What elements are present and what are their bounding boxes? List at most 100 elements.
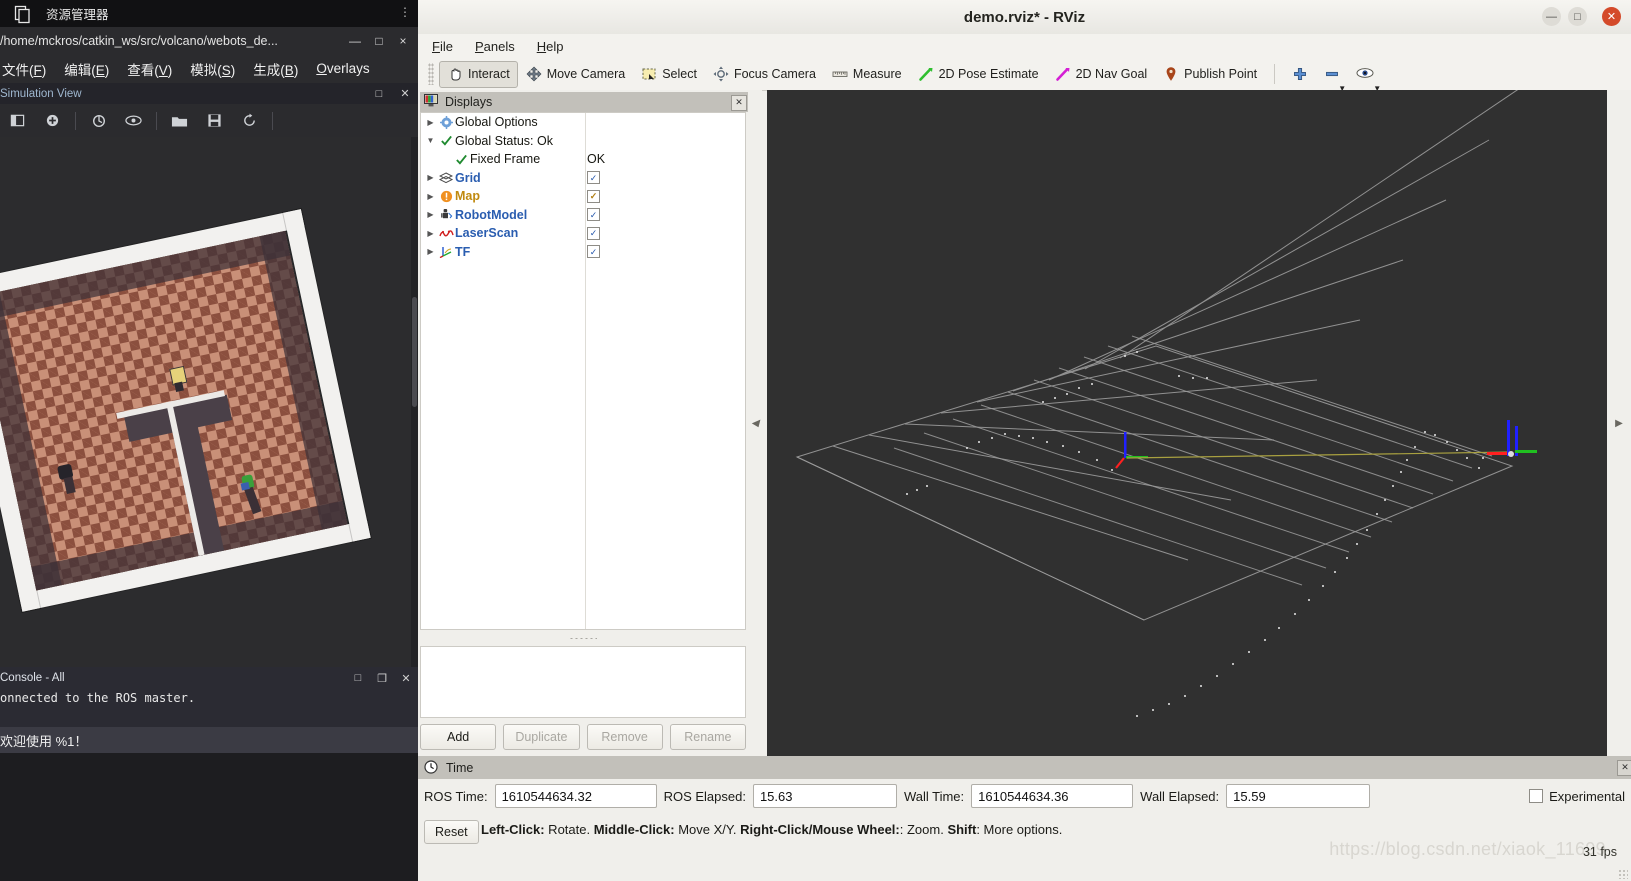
expand-arrow-icon[interactable]: ▶	[424, 210, 437, 219]
panel-collapse-right-handle[interactable]: ▶	[1607, 90, 1631, 756]
simulation-view-restore[interactable]: □	[366, 88, 392, 100]
menu-help[interactable]: Help	[537, 39, 564, 54]
displays-panel: Displays ✕ ▶ Global Options ▼ Global Sta…	[418, 90, 750, 756]
tool-select[interactable]: Select	[633, 61, 705, 88]
display-enabled-checkbox[interactable]: ✓	[587, 171, 600, 185]
displays-tree[interactable]: ▶ Global Options ▼ Global Status: Ok Fix…	[420, 112, 746, 630]
tool-add-view[interactable]	[1284, 61, 1316, 88]
console-float[interactable]: ❐	[370, 672, 394, 685]
simulation-view-header: Simulation View □ ✕	[0, 83, 418, 104]
tool-publish-point[interactable]: Publish Point	[1155, 61, 1265, 88]
wall-elapsed-field[interactable]: 15.59	[1226, 784, 1371, 808]
sidebar-toggle-icon[interactable]	[0, 104, 35, 137]
expand-arrow-icon[interactable]: ▶	[424, 229, 437, 238]
tool-visibility[interactable]: ▼	[1348, 61, 1381, 93]
open-folder-icon[interactable]	[162, 104, 197, 137]
menu-file[interactable]: 文件(F)	[2, 59, 46, 79]
displays-panel-title: Displays	[445, 95, 493, 109]
add-display-button[interactable]: Add	[420, 724, 497, 750]
reset-simulation-icon[interactable]	[232, 104, 267, 137]
rviz-menubar: File Panels Help	[418, 34, 1631, 59]
rviz-maximize-button[interactable]: □	[1568, 7, 1587, 26]
displays-panel-close[interactable]: ✕	[731, 95, 747, 111]
ros-elapsed-field[interactable]: 15.63	[752, 784, 897, 808]
expand-arrow-icon[interactable]: ▶	[424, 118, 437, 127]
webots-bottom-area	[0, 753, 418, 881]
display-row-global-status[interactable]: ▼ Global Status: Ok	[421, 132, 745, 151]
collapse-arrow-icon[interactable]: ▼	[424, 136, 437, 145]
wall-time-field[interactable]: 1610544634.36	[971, 784, 1134, 808]
ros-time-field[interactable]: 1610544634.32	[494, 784, 657, 808]
window-resize-grip[interactable]	[1618, 869, 1628, 879]
webots-viewport-scrollbar[interactable]	[411, 137, 418, 667]
menu-overlays[interactable]: Overlays	[316, 61, 369, 76]
minimize-button[interactable]: —	[348, 34, 362, 48]
experimental-checkbox[interactable]	[1529, 789, 1544, 803]
toolbar-drag-handle[interactable]	[428, 63, 434, 85]
menu-file[interactable]: File	[432, 39, 453, 54]
console-close[interactable]: ✕	[394, 672, 418, 685]
tool-2d-pose-estimate[interactable]: 2D Pose Estimate	[910, 61, 1047, 88]
display-enabled-checkbox[interactable]: ✓	[587, 208, 600, 222]
console-restore[interactable]: □	[346, 672, 370, 684]
display-enabled-checkbox[interactable]: ✓	[587, 189, 600, 203]
tool-measure[interactable]: Measure	[824, 61, 910, 88]
webots-3d-viewport[interactable]	[0, 137, 418, 667]
display-row-fixed-frame[interactable]: Fixed Frame OK	[421, 150, 745, 169]
expand-arrow-icon[interactable]: ▶	[424, 192, 437, 201]
close-button[interactable]: ×	[396, 34, 410, 48]
display-enabled-checkbox[interactable]: ✓	[587, 226, 600, 240]
menu-view[interactable]: 查看(V)	[127, 59, 172, 79]
rviz-window-title: demo.rviz* - RViz	[963, 8, 1086, 26]
rviz-close-button[interactable]: ✕	[1602, 7, 1621, 26]
expand-arrow-icon[interactable]: ▶	[424, 173, 437, 182]
tool-remove-view[interactable]: ▼	[1316, 61, 1348, 93]
panel-collapse-left-handle[interactable]: ◀	[748, 90, 762, 756]
eye-icon	[1356, 66, 1374, 82]
rviz-minimize-button[interactable]: —	[1542, 7, 1561, 26]
tool-2d-nav-goal[interactable]: 2D Nav Goal	[1047, 61, 1156, 88]
display-property-editor[interactable]	[420, 646, 746, 718]
menu-edit[interactable]: 编辑(E)	[64, 59, 109, 79]
display-enabled-checkbox[interactable]: ✓	[587, 245, 600, 259]
displays-panel-splitter[interactable]	[420, 632, 746, 644]
display-row-tf[interactable]: ▶ TF ✓	[421, 243, 745, 262]
webots-window: 资源管理器 ⋮ /home/mckros/catkin_ws/src/volca…	[0, 0, 420, 881]
tool-move-camera[interactable]: Move Camera	[518, 61, 634, 88]
time-panel-header: Time ✕	[418, 756, 1631, 779]
minus-icon	[1324, 66, 1340, 82]
add-node-icon[interactable]	[35, 104, 70, 137]
time-panel-close[interactable]: ✕	[1617, 760, 1631, 776]
file-manager-icon[interactable]	[0, 0, 46, 27]
hint-part: Shift	[947, 822, 977, 837]
display-row-grid[interactable]: ▶ Grid ✓	[421, 169, 745, 188]
ros-elapsed-label: ROS Elapsed:	[663, 788, 746, 804]
taskbar-overflow[interactable]: ⋮	[399, 5, 412, 19]
tool-interact-label: Interact	[468, 67, 510, 81]
tool-focus-camera-label: Focus Camera	[733, 67, 816, 81]
experimental-toggle[interactable]: Experimental	[1529, 789, 1625, 804]
hint-part: : More options.	[976, 822, 1063, 837]
display-row-global-options[interactable]: ▶ Global Options	[421, 113, 745, 132]
reset-button[interactable]: Reset	[424, 820, 479, 844]
display-row-map[interactable]: ▶ Map ✓	[421, 187, 745, 206]
expand-arrow-icon[interactable]: ▶	[424, 247, 437, 256]
tool-interact[interactable]: Interact	[439, 60, 518, 88]
wall-time-label: Wall Time:	[903, 788, 965, 804]
pose-estimate-arrow-icon	[918, 66, 934, 82]
simulation-view-close[interactable]: ✕	[392, 87, 418, 100]
view-icon[interactable]	[116, 104, 151, 137]
menu-simulation[interactable]: 模拟(S)	[190, 59, 235, 79]
rviz-3d-viewport[interactable]	[767, 90, 1607, 756]
maximize-button[interactable]: □	[372, 34, 386, 48]
measure-ruler-icon	[832, 66, 848, 82]
tool-measure-label: Measure	[852, 67, 902, 81]
menu-build[interactable]: 生成(B)	[253, 59, 298, 79]
tool-focus-camera[interactable]: Focus Camera	[705, 61, 824, 88]
display-row-laserscan[interactable]: ▶ LaserScan ✓	[421, 224, 745, 243]
display-row-robotmodel[interactable]: ▶ RobotModel ✓	[421, 206, 745, 225]
menu-panels[interactable]: Panels	[475, 39, 515, 54]
reload-world-icon[interactable]	[81, 104, 116, 137]
rename-display-button: Rename	[669, 724, 746, 750]
save-icon[interactable]	[197, 104, 232, 137]
